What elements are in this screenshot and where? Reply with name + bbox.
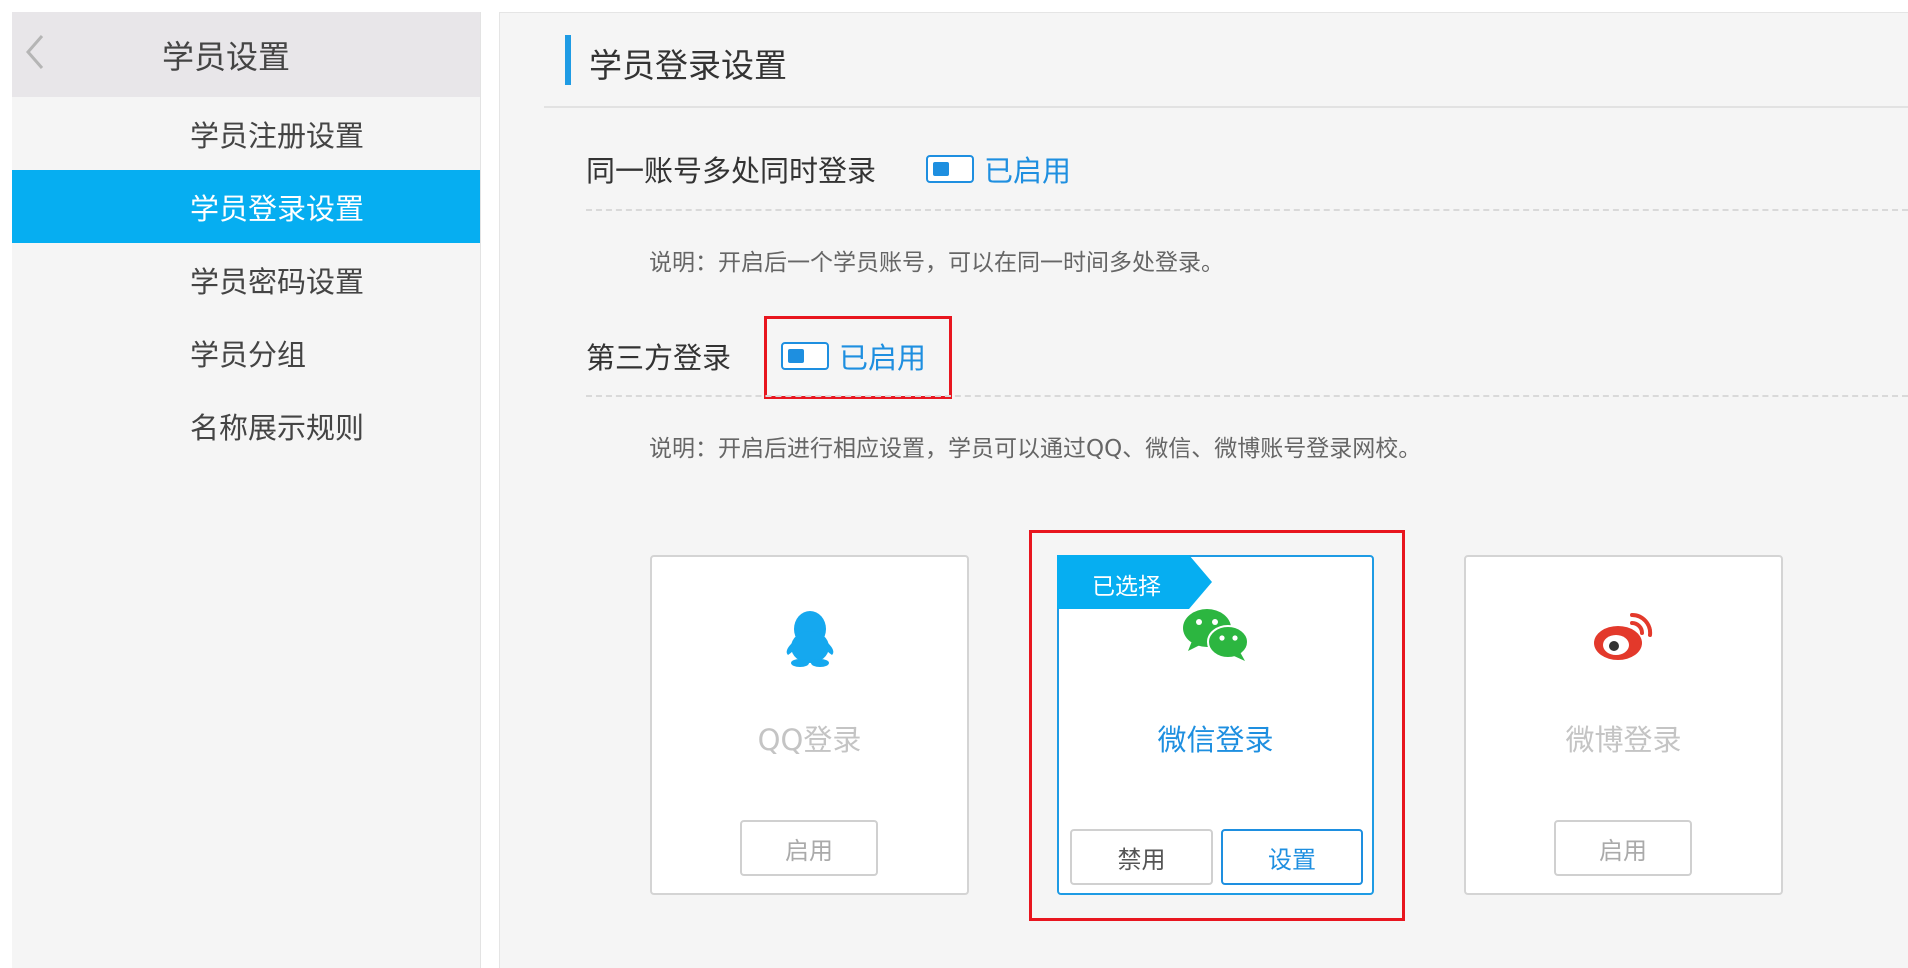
title-accent-bar (565, 35, 571, 85)
sidebar-item-label: 学员密码设置 (190, 264, 365, 299)
weibo-login-label: 微博登录 (1565, 723, 1682, 757)
sidebar-title: 学员设置 (161, 37, 290, 76)
third-party-desc: 说明：开启后进行相应设置，学员可以通过QQ、微信、微博账号登录网校。 (649, 436, 1422, 462)
sidebar-header: 学员设置 (12, 12, 480, 97)
qq-login-card[interactable]: QQ登录 启用 (650, 555, 969, 895)
qq-login-label: QQ登录 (757, 723, 862, 757)
sidebar-item-label: 名称展示规则 (190, 410, 365, 445)
toggle-highlight-box (764, 316, 952, 399)
weibo-enable-button[interactable]: 启用 (1554, 820, 1692, 876)
third-party-label: 第三方登录 (586, 341, 732, 375)
page-title: 学员登录设置 (589, 46, 787, 85)
sidebar-item-login[interactable]: 学员登录设置 (12, 170, 480, 243)
multi-login-row: 同一账号多处同时登录 已启用 (586, 148, 1071, 190)
multi-login-toggle[interactable]: 已启用 (926, 148, 1071, 190)
sidebar-item-label: 学员分组 (190, 337, 307, 372)
sidebar-item-register[interactable]: 学员注册设置 (12, 97, 480, 170)
toggle-switch-icon (926, 155, 975, 183)
divider (586, 395, 1908, 397)
sidebar-item-group[interactable]: 学员分组 (12, 316, 480, 389)
sidebar-item-label: 学员登录设置 (190, 191, 365, 226)
sidebar: 学员设置 学员注册设置 学员登录设置 学员密码设置 学员分组 名称展示规则 (12, 12, 481, 968)
sidebar-item-label: 学员注册设置 (190, 118, 365, 153)
weibo-icon (1592, 607, 1656, 667)
divider (586, 209, 1908, 211)
sidebar-item-display-rule[interactable]: 名称展示规则 (12, 389, 480, 462)
multi-login-label: 同一账号多处同时登录 (586, 154, 877, 188)
main-panel: 学员登录设置 同一账号多处同时登录 已启用 说明：开启后一个学员账号，可以在同一… (499, 12, 1908, 968)
wechat-highlight-box (1029, 530, 1405, 921)
multi-login-status: 已启用 (984, 154, 1072, 188)
back-chevron-icon[interactable] (22, 32, 48, 72)
multi-login-desc: 说明：开启后一个学员账号，可以在同一时间多处登录。 (649, 250, 1224, 276)
sidebar-item-password[interactable]: 学员密码设置 (12, 243, 480, 316)
weibo-login-card[interactable]: 微博登录 启用 (1464, 555, 1783, 895)
qq-enable-button[interactable]: 启用 (740, 820, 878, 876)
qq-icon (782, 607, 838, 671)
main-header: 学员登录设置 (544, 13, 1908, 108)
